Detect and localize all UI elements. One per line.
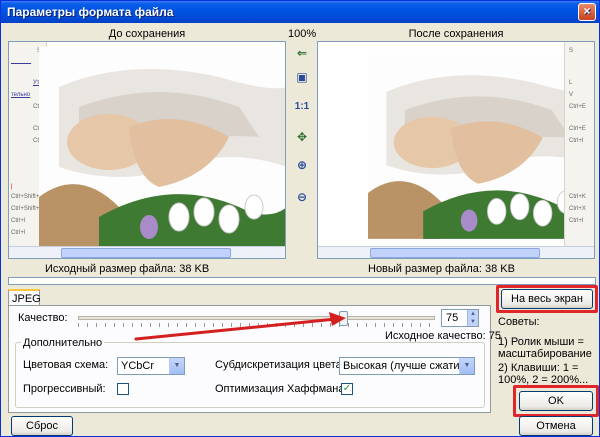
close-button[interactable]: × [578, 3, 596, 21]
color-scheme-select[interactable]: YCbCr ▼ [117, 357, 185, 375]
progress-bar [8, 277, 596, 285]
quality-spinner[interactable]: 75 ▲ ▼ [441, 309, 479, 327]
color-scheme-label: Цветовая схема: [23, 359, 109, 371]
fit-screen-icon[interactable]: ▣ [293, 68, 311, 86]
zoom-level: 100% [288, 28, 317, 40]
ok-button[interactable]: OK [519, 391, 593, 411]
tips: Советы: 1) Ролик мыши = масштабирование … [498, 316, 598, 386]
progressive-checkbox[interactable] [117, 383, 129, 395]
before-title: До сохранения [108, 28, 186, 40]
tips-line-2: 2) Клавиши: 1 = 100%, 2 = 200%... [498, 362, 589, 386]
quality-label: Качество: [18, 312, 68, 324]
tips-line-1: 1) Ролик мыши = масштабирование [498, 336, 592, 360]
tips-title: Советы: [498, 316, 540, 328]
additional-group [15, 342, 485, 408]
fullscreen-button[interactable]: На весь экран [501, 289, 593, 309]
color-scheme-value: YCbCr [121, 360, 155, 372]
progressive-label: Прогрессивный: [23, 383, 106, 395]
title-bar: Параметры формата файла × [1, 1, 599, 23]
preview-photo-before [39, 47, 285, 246]
subsampling-select[interactable]: Высокая (лучше сжатие) ▼ [339, 357, 475, 375]
huffman-label: Оптимизация Хаффмана: [215, 383, 348, 395]
after-scroll-thumb[interactable] [370, 248, 540, 258]
before-horizontal-scrollbar[interactable] [9, 246, 285, 258]
pan-icon[interactable]: ✥ [293, 128, 311, 146]
before-scroll-thumb[interactable] [61, 248, 231, 258]
preview-photo-after [368, 47, 594, 246]
quality-value: 75 [446, 312, 459, 324]
zoom-in-icon[interactable]: ⊕ [293, 156, 311, 174]
new-size-label: Новый размер файла: [368, 263, 482, 275]
additional-legend: Дополнительно [21, 337, 105, 349]
original-size: Исходный размер файла: 38 KB [45, 263, 209, 275]
spinner-arrows-icon[interactable]: ▲ ▼ [467, 310, 478, 326]
tab-jpeg[interactable]: JPEG [8, 289, 41, 306]
file-format-dialog: Параметры формата файла × До сохранения … [0, 0, 600, 437]
chevron-down-icon[interactable]: ▼ [169, 358, 184, 374]
original-size-label: Исходный размер файла: [45, 263, 177, 275]
after-editor-strip: S L V Ctrl+E Ctrl+E Ctrl+I Ctrl+K Ctrl+X… [564, 42, 594, 248]
zoom-out-icon[interactable]: ⊖ [293, 188, 311, 206]
original-size-value: 38 KB [179, 263, 210, 275]
subsampling-label: Субдискретизация цвета: [215, 359, 345, 371]
subsampling-value: Высокая (лучше сжатие) [343, 360, 470, 372]
window-title: Параметры формата файла [7, 5, 174, 19]
after-horizontal-scrollbar[interactable] [318, 246, 594, 258]
after-title: После сохранения [408, 28, 504, 40]
original-quality: Исходное качество: 75 [385, 330, 501, 342]
cancel-button[interactable]: Отмена [519, 416, 593, 436]
after-preview-pane[interactable]: S L V Ctrl+E Ctrl+E Ctrl+I Ctrl+K Ctrl+X… [317, 41, 595, 259]
new-size-value: 38 KB [485, 263, 515, 275]
actual-size-icon[interactable]: 1:1 [293, 98, 311, 116]
arrow-left-icon[interactable]: ⇐ [293, 44, 311, 62]
huffman-checkbox[interactable]: ✓ [341, 383, 353, 395]
reset-button[interactable]: Сброс [11, 416, 73, 436]
new-size: Новый размер файла: 38 KB [368, 263, 515, 275]
chevron-down-icon[interactable]: ▼ [459, 358, 474, 374]
before-preview-pane[interactable]: S ______ Утол L тельно V Ctrl+E Ctrl+E C… [8, 41, 286, 259]
